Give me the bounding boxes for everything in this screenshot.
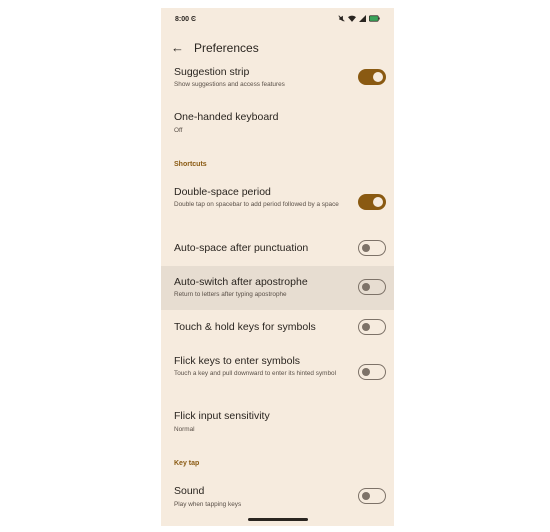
- status-icons: [338, 15, 380, 22]
- setting-label: Auto-space after punctuation: [174, 242, 309, 254]
- battery-icon: [369, 15, 380, 22]
- sound-toggle[interactable]: [358, 488, 386, 504]
- auto-space-toggle[interactable]: [358, 240, 386, 256]
- signal-icon: [359, 15, 366, 22]
- gesture-nav-handle[interactable]: [248, 518, 308, 521]
- section-header-key-tap: Key tap: [174, 460, 200, 467]
- setting-label: Suggestion strip: [174, 66, 250, 78]
- setting-double-space-period[interactable]: Double-space period Double tap on spaceb…: [161, 182, 394, 230]
- status-time-text: 8:00: [175, 16, 190, 23]
- setting-suggestion-strip[interactable]: Suggestion strip Show suggestions and ac…: [161, 64, 394, 102]
- setting-label: Auto-switch after apostrophe: [174, 276, 308, 288]
- auto-switch-toggle[interactable]: [358, 279, 386, 295]
- toggle-knob: [362, 283, 370, 291]
- setting-description: Double tap on spacebar to add period fol…: [174, 201, 339, 208]
- status-time: 8:00 Ͼ: [175, 16, 196, 23]
- setting-label: Double-space period: [174, 186, 271, 198]
- setting-description: Show suggestions and access features: [174, 81, 285, 88]
- setting-label: One-handed keyboard: [174, 111, 279, 123]
- setting-label: Flick input sensitivity: [174, 410, 270, 422]
- phone-screen: 8:00 Ͼ ← Preferences Suggestion strip Sh…: [161, 8, 394, 526]
- toggle-knob: [362, 323, 370, 331]
- status-time-suffix: Ͼ: [190, 16, 197, 23]
- setting-sound[interactable]: Sound Play when tapping keys: [161, 482, 394, 516]
- status-bar: 8:00 Ͼ: [161, 8, 394, 32]
- setting-auto-space-after-punctuation[interactable]: Auto-space after punctuation: [161, 234, 394, 268]
- double-space-period-toggle[interactable]: [358, 194, 386, 210]
- setting-auto-switch-after-apostrophe[interactable]: Auto-switch after apostrophe Return to l…: [161, 266, 394, 310]
- suggestion-strip-toggle[interactable]: [358, 69, 386, 85]
- page-title: Preferences: [194, 41, 259, 55]
- toggle-knob: [362, 492, 370, 500]
- setting-description: Play when tapping keys: [174, 501, 242, 508]
- setting-touch-hold-keys[interactable]: Touch & hold keys for symbols: [161, 314, 394, 348]
- section-header-shortcuts: Shortcuts: [174, 161, 207, 168]
- setting-label: Sound: [174, 485, 205, 497]
- toggle-knob: [373, 197, 383, 207]
- toggle-knob: [362, 368, 370, 376]
- setting-description: Touch a key and pull downward to enter i…: [174, 370, 336, 377]
- setting-flick-keys[interactable]: Flick keys to enter symbols Touch a key …: [161, 352, 394, 400]
- toggle-knob: [362, 244, 370, 252]
- setting-label: Touch & hold keys for symbols: [174, 321, 316, 333]
- touch-hold-toggle[interactable]: [358, 319, 386, 335]
- flick-keys-toggle[interactable]: [358, 364, 386, 380]
- setting-one-handed-keyboard[interactable]: One-handed keyboard Off: [161, 108, 394, 146]
- setting-flick-input-sensitivity[interactable]: Flick input sensitivity Normal: [161, 406, 394, 444]
- setting-description: Return to letters after typing apostroph…: [174, 291, 287, 298]
- setting-value: Off: [174, 127, 183, 134]
- back-arrow-icon[interactable]: ←: [171, 41, 185, 55]
- setting-label: Flick keys to enter symbols: [174, 355, 301, 367]
- setting-value: Normal: [174, 426, 195, 433]
- toggle-knob: [373, 72, 383, 82]
- mute-icon: [338, 15, 345, 22]
- wifi-icon: [348, 15, 356, 22]
